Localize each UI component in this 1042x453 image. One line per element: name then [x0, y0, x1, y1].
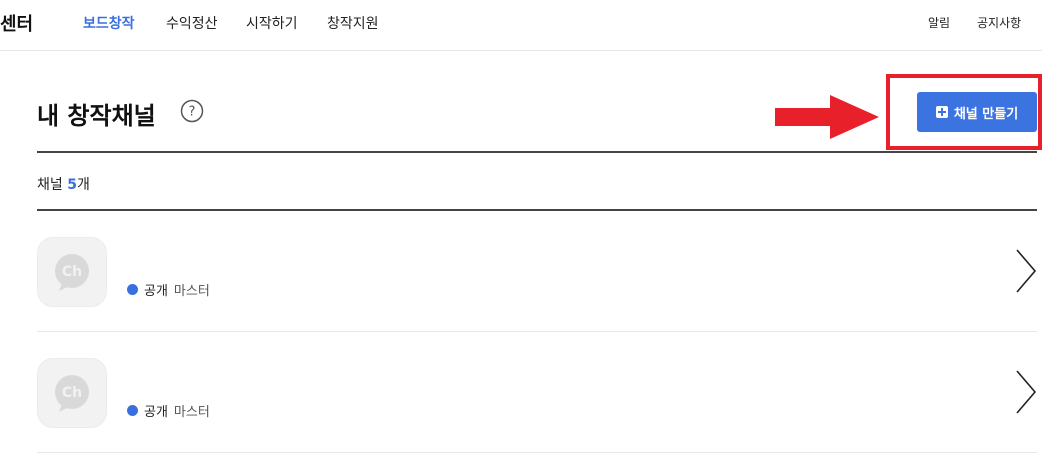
role-label: 마스터: [173, 405, 210, 420]
chat-bubble-icon: Ch: [55, 375, 89, 412]
channel-count-unit: 개: [76, 177, 90, 193]
channel-avatar: Ch: [37, 237, 107, 307]
channel-row[interactable]: Ch 공개 마스터: [37, 332, 1037, 453]
notifications-link[interactable]: 알림: [928, 14, 950, 31]
brand-title: 센터: [0, 14, 34, 35]
nav-tab-creator-support[interactable]: 창작지원: [327, 13, 379, 33]
channel-avatar: Ch: [37, 358, 107, 428]
visibility-label: 공개: [144, 284, 168, 299]
visibility-label: 공개: [144, 405, 168, 420]
plus-square-icon: [935, 106, 948, 118]
create-channel-label: 채널 만들기: [953, 106, 1019, 122]
svg-text:Ch: Ch: [62, 385, 82, 401]
chat-bubble-icon: Ch: [55, 254, 89, 291]
channel-count-value: 5: [67, 177, 77, 193]
svg-text:Ch: Ch: [62, 264, 82, 280]
create-channel-button[interactable]: 채널 만들기: [917, 92, 1037, 132]
nav-tab-revenue[interactable]: 수익정산: [166, 13, 218, 33]
svg-text:?: ?: [189, 105, 196, 120]
divider: [37, 151, 1037, 153]
red-arrow-annotation-icon: [775, 95, 879, 139]
role-label: 마스터: [173, 284, 210, 299]
notices-link[interactable]: 공지사항: [977, 14, 1021, 31]
channel-count: 채널 5개: [37, 174, 90, 194]
channel-status: 공개 마스터: [127, 280, 210, 299]
chevron-right-icon: [1016, 249, 1037, 293]
help-icon[interactable]: ?: [180, 99, 204, 123]
status-dot-icon: [127, 405, 138, 416]
nav-tab-board-create[interactable]: 보드창작: [83, 13, 135, 33]
status-dot-icon: [127, 284, 138, 295]
page-title: 내 창작채널: [37, 102, 156, 130]
channel-count-label: 채널: [37, 177, 63, 193]
channel-status: 공개 마스터: [127, 401, 210, 420]
channel-row[interactable]: Ch 공개 마스터: [37, 211, 1037, 332]
nav-tab-getting-started[interactable]: 시작하기: [246, 13, 298, 33]
top-nav: 센터 보드창작 수익정산 시작하기 창작지원 알림 공지사항: [0, 0, 1042, 51]
chevron-right-icon: [1016, 370, 1037, 414]
